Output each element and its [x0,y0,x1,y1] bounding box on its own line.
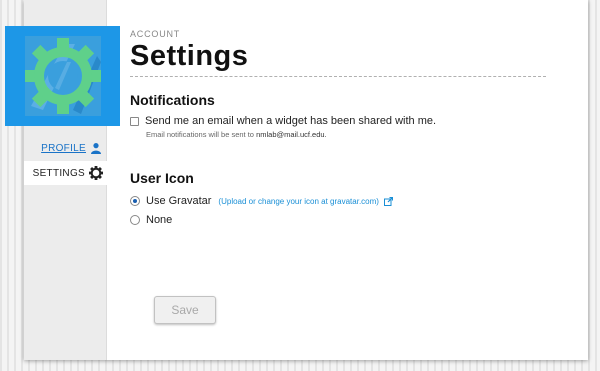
none-label[interactable]: None [146,214,172,226]
email-address: nmlab@mail.ucf.edu. [256,130,327,139]
sidebar-item-profile[interactable]: PROFILE [24,136,106,160]
sidebar-item-label: PROFILE [41,142,86,154]
none-option[interactable]: None [130,214,172,226]
page-title: Settings [130,40,249,72]
sidebar-item-label: SETTINGS [32,167,85,179]
section-kicker: ACCOUNT [130,29,181,39]
notifications-heading: Notifications [130,92,215,108]
email-note: Email notifications will be sent to nmla… [146,130,327,139]
gravatar-option[interactable]: Use Gravatar (Upload or change your icon… [130,195,393,207]
email-notification-option[interactable]: Send me an email when a widget has been … [130,115,436,127]
save-button[interactable]: Save [154,296,216,324]
gravatar-radio[interactable] [130,196,140,206]
gravatar-label[interactable]: Use Gravatar [146,195,211,207]
email-note-text: Email notifications will be sent to [146,130,254,139]
gear-logo-icon [25,36,101,116]
sidebar-item-settings[interactable]: SETTINGS [24,161,107,185]
email-notification-checkbox[interactable] [130,116,139,126]
divider [130,76,546,77]
email-notification-label[interactable]: Send me an email when a widget has been … [145,115,436,127]
gear-icon [89,166,103,180]
none-radio[interactable] [130,215,140,225]
external-link-icon[interactable] [383,196,393,206]
user-icon [90,142,102,154]
gravatar-link[interactable]: (Upload or change your icon at gravatar.… [218,197,379,206]
user-icon-heading: User Icon [130,170,194,186]
avatar [5,26,120,126]
